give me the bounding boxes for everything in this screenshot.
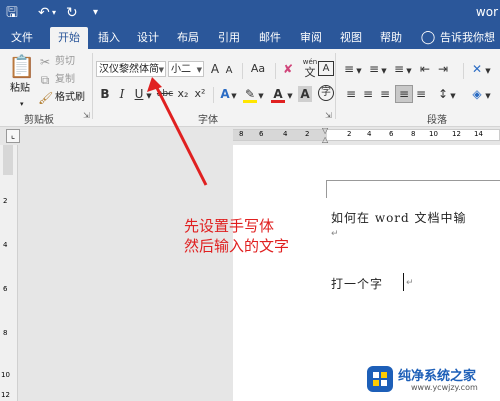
logo-url: www.ycwjzy.com <box>411 383 478 392</box>
arrow-head <box>147 77 162 92</box>
annotation-text: 先设置手写体 <box>184 217 275 235</box>
arrow-shaft <box>154 85 208 186</box>
logo-icon <box>367 366 393 392</box>
annotation-text: 然后输入的文字 <box>184 237 290 255</box>
annotation-arrow <box>147 77 208 186</box>
logo-name: 纯净系统之家 <box>398 369 477 384</box>
